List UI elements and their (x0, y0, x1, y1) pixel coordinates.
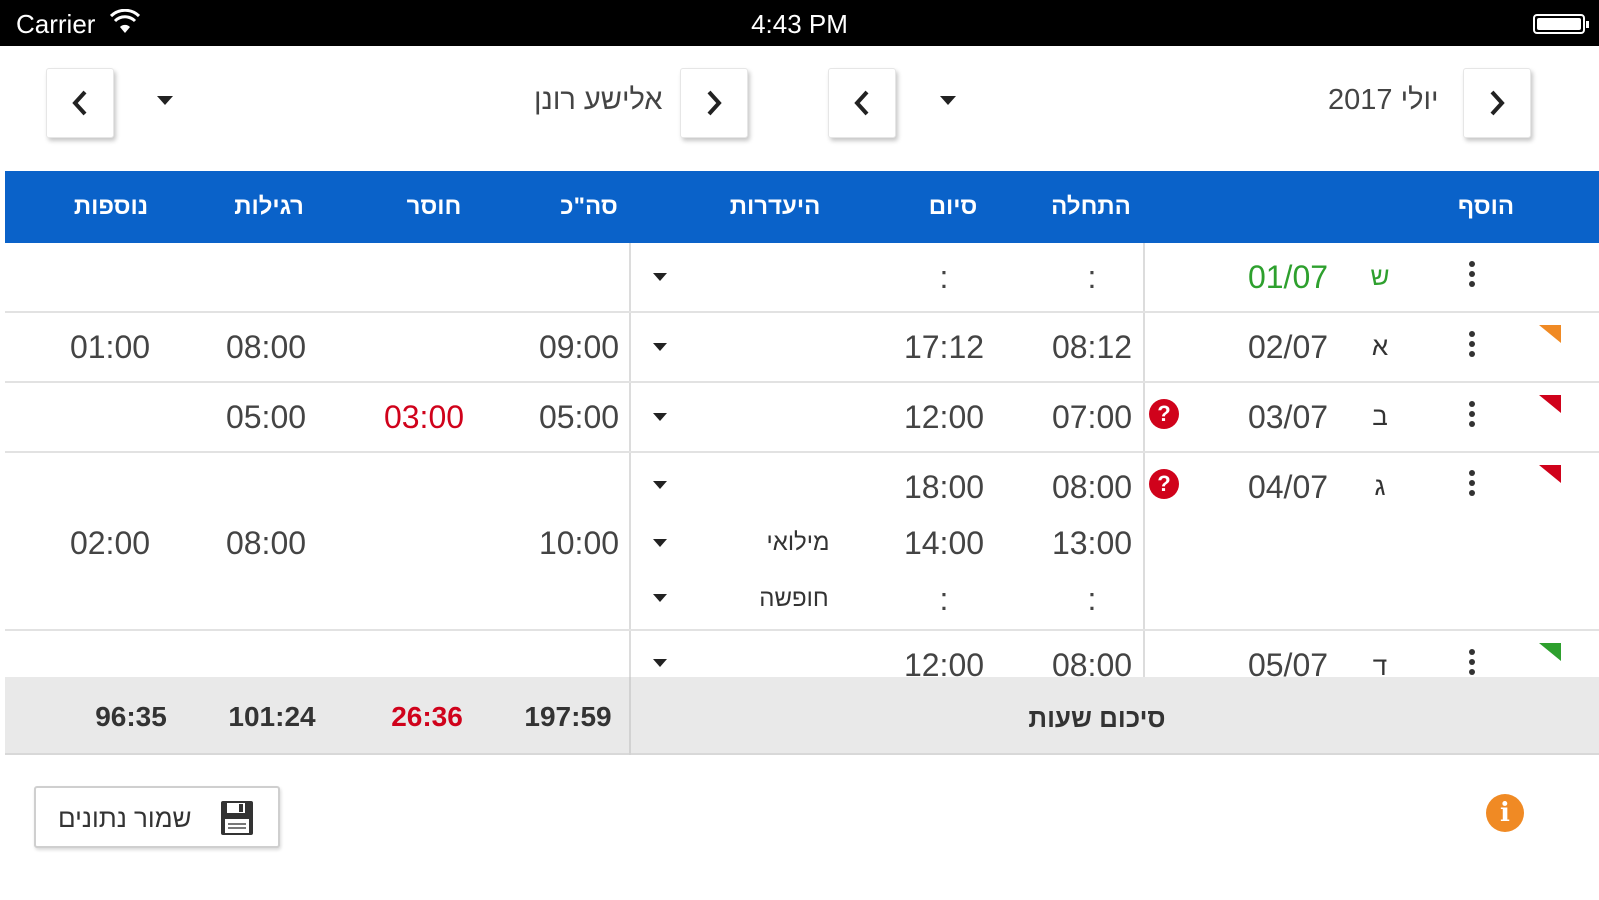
row-end[interactable]: 12:00 (904, 399, 984, 436)
status-flag-red (1539, 395, 1561, 413)
status-flag-orange (1539, 325, 1561, 343)
save-button-label: שמור נתונים (58, 803, 192, 833)
absence-caret[interactable] (653, 413, 667, 421)
row-day: א (1371, 331, 1389, 361)
save-button[interactable]: שמור נתונים (34, 786, 280, 848)
employee-next-button[interactable] (680, 68, 748, 138)
row-start[interactable]: 08:00 (1052, 647, 1132, 677)
col-regular: רגילות (234, 193, 304, 220)
absence-caret[interactable] (653, 273, 667, 281)
row-start[interactable]: 07:00 (1052, 399, 1132, 436)
row-end[interactable]: 18:00 (904, 469, 984, 506)
summary-total: 197:59 (524, 701, 612, 732)
chevron-right-icon (1490, 90, 1505, 116)
kebab-menu-icon[interactable] (1468, 649, 1476, 677)
column-divider (1143, 243, 1145, 677)
row-regular: 08:00 (225, 329, 307, 365)
column-divider (629, 243, 631, 677)
floppy-disk-icon (221, 801, 253, 835)
row-sub-end[interactable]: : (940, 581, 949, 618)
summary-row: סיכום שעות 197:59 26:36 101:24 96:35 (5, 677, 1599, 755)
row-sub-end[interactable]: 14:00 (904, 525, 984, 562)
kebab-menu-icon[interactable] (1468, 331, 1476, 365)
absence-caret[interactable] (653, 539, 667, 547)
row-end[interactable]: : (940, 259, 949, 296)
row-end[interactable]: 12:00 (904, 647, 984, 677)
summary-label: סיכום שעות (1028, 703, 1166, 733)
row-day: ב (1372, 401, 1388, 431)
kebab-menu-icon[interactable] (1468, 470, 1476, 504)
month-next-button[interactable] (1463, 68, 1531, 138)
month-dropdown-caret[interactable] (940, 96, 956, 105)
row-start[interactable]: : (1088, 259, 1097, 296)
row-total: 10:00 (538, 525, 620, 561)
chevron-left-icon (854, 90, 869, 116)
row-date: 02/07 (1247, 329, 1329, 365)
chevron-left-icon (72, 90, 87, 116)
col-start: התחלה (1051, 193, 1131, 220)
row-date: 03/07 (1247, 399, 1329, 435)
employee-dropdown-caret[interactable] (157, 96, 173, 105)
absence-caret[interactable] (653, 659, 667, 667)
row-total: 05:00 (538, 399, 620, 435)
row-sub-start[interactable]: : (1088, 581, 1097, 618)
row-regular: 08:00 (225, 525, 307, 561)
employee-name[interactable]: אלישע רונן (534, 84, 662, 117)
summary-regular: 101:24 (228, 701, 316, 732)
row-date: 01/07 (1247, 259, 1329, 295)
col-end: סיום (928, 193, 978, 220)
summary-extra: 96:35 (95, 701, 167, 732)
month-label[interactable]: יולי 2017 (1328, 84, 1439, 117)
absence-caret[interactable] (653, 481, 667, 489)
absence-caret[interactable] (653, 594, 667, 602)
row-day: ש (1370, 261, 1390, 291)
row-start[interactable]: 08:12 (1052, 329, 1132, 366)
row-extra: 02:00 (69, 525, 151, 561)
chevron-right-icon (707, 90, 722, 116)
question-icon[interactable]: ? (1149, 399, 1179, 429)
row-day: ד (1372, 651, 1388, 677)
col-extra: נוספות (73, 193, 149, 220)
col-absence: היעדרות (729, 193, 821, 220)
month-prev-button[interactable] (828, 68, 896, 138)
row-date: 04/07 (1247, 469, 1329, 505)
info-icon[interactable]: i (1486, 794, 1524, 832)
row-missing: 03:00 (383, 399, 465, 435)
summary-missing: 26:36 (391, 701, 463, 732)
table-header: הוסף התחלה סיום היעדרות סה"כ חוסר רגילות… (5, 171, 1599, 243)
row-date: 05/07 (1247, 647, 1329, 677)
status-flag-green (1539, 643, 1561, 661)
col-add: הוסף (1457, 193, 1515, 220)
question-icon[interactable]: ? (1149, 469, 1179, 499)
row-sub-start[interactable]: 13:00 (1052, 525, 1132, 562)
absence-caret[interactable] (653, 343, 667, 351)
row-sub-absence[interactable]: חופשה (759, 585, 828, 613)
col-total: סה"כ (560, 193, 618, 220)
row-extra: 01:00 (69, 329, 151, 365)
employee-prev-button[interactable] (46, 68, 114, 138)
table-body: ש 01/07 : : א 02/07 08:12 17:12 09:00 08… (0, 243, 1599, 677)
row-sub-absence[interactable]: מילואי (767, 529, 830, 557)
row-end[interactable]: 17:12 (904, 329, 984, 366)
kebab-menu-icon[interactable] (1468, 401, 1476, 435)
col-missing: חוסר (406, 193, 462, 220)
clock: 4:43 PM (751, 9, 848, 39)
status-flag-red (1539, 465, 1561, 483)
row-day: ג (1374, 471, 1386, 501)
kebab-menu-icon[interactable] (1468, 261, 1476, 295)
row-regular: 05:00 (225, 399, 307, 435)
row-start[interactable]: 08:00 (1052, 469, 1132, 506)
status-bar: Carrier 4:43 PM (0, 0, 1599, 46)
battery-icon (1533, 14, 1589, 34)
row-total: 09:00 (538, 329, 620, 365)
